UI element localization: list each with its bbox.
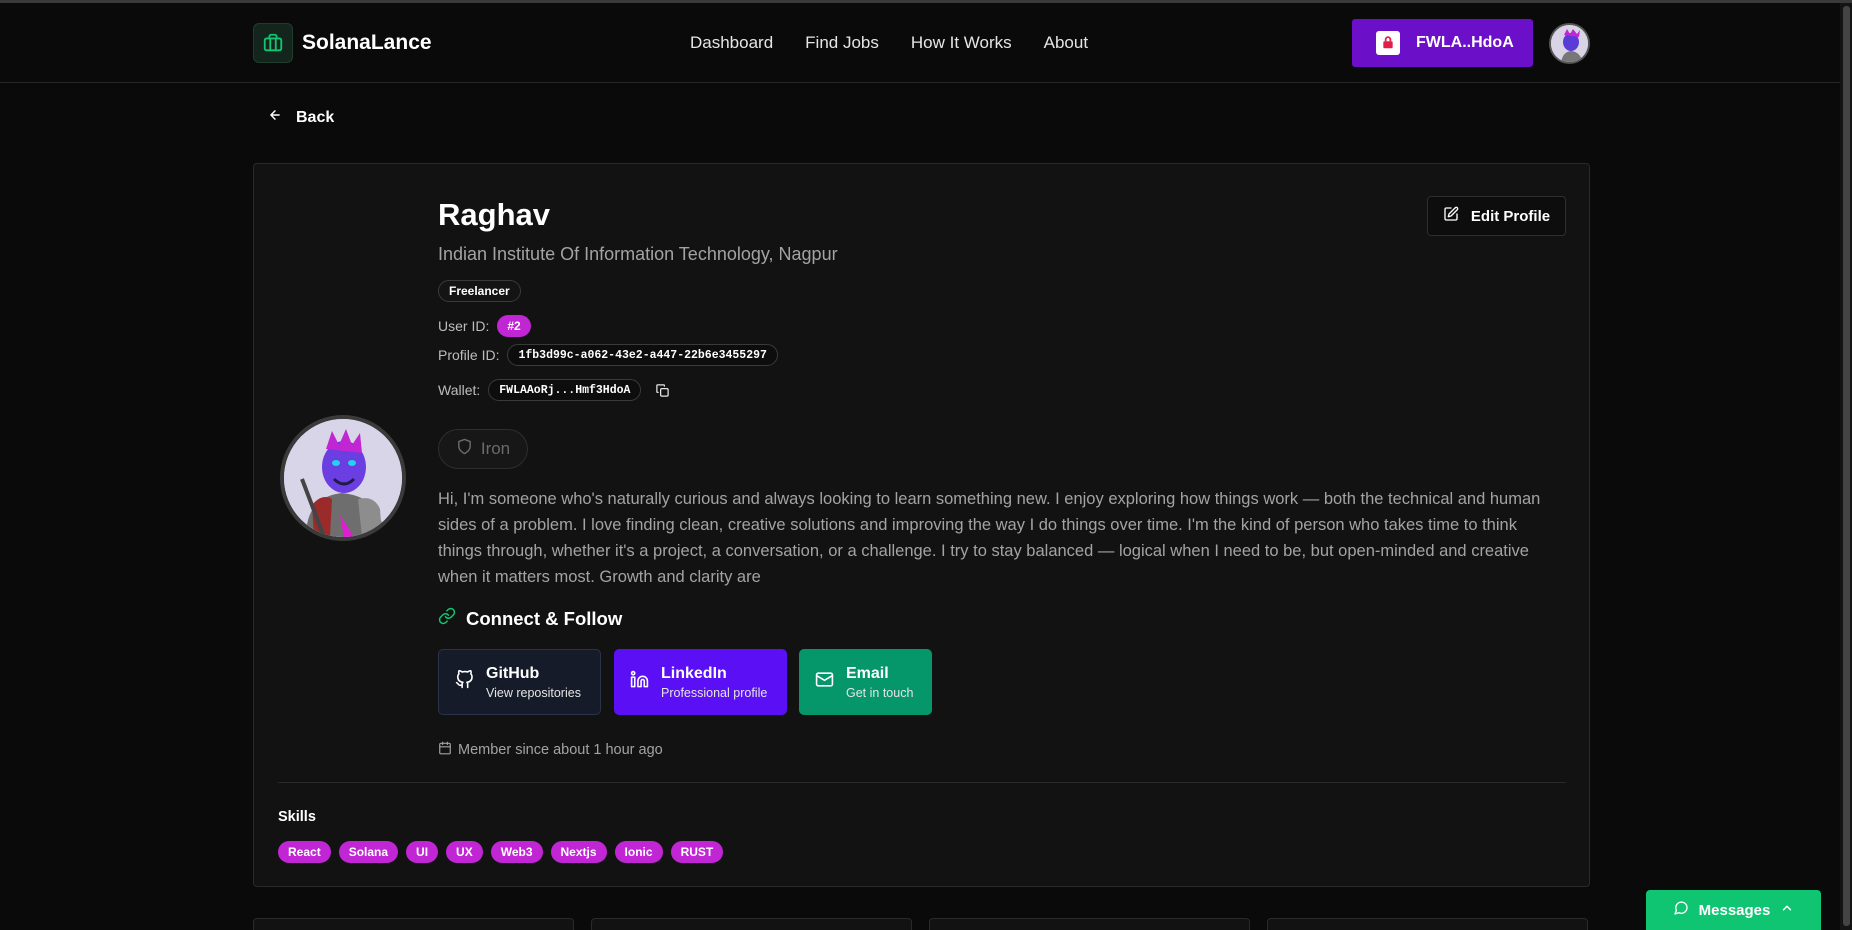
messages-label: Messages: [1698, 901, 1771, 919]
profile-bio: Hi, I'm someone who's naturally curious …: [438, 490, 1541, 586]
copy-icon[interactable]: [653, 381, 671, 399]
user-avatar[interactable]: [1549, 23, 1590, 64]
skills-heading: Skills: [278, 809, 316, 825]
arrow-left-icon: [268, 108, 282, 127]
wallet-icon: [1376, 31, 1400, 55]
skills-list: React Solana UI UX Web3 Nextjs Ionic RUS…: [278, 841, 724, 863]
nav-links: Dashboard Find Jobs How It Works About: [690, 33, 1088, 53]
github-subtitle: View repositories: [486, 685, 581, 700]
role-badge: Freelancer: [438, 280, 521, 302]
github-icon: [455, 669, 474, 694]
skill-tag: Nextjs: [550, 841, 607, 863]
skill-tag: Web3: [490, 841, 543, 863]
member-since-label: Member since about 1 hour ago: [458, 742, 663, 758]
rank-label: Iron: [480, 439, 511, 458]
linkedin-button[interactable]: LinkedIn Professional profile: [614, 649, 787, 715]
edit-icon: [1443, 206, 1459, 226]
back-button[interactable]: Back: [268, 108, 334, 127]
briefcase-icon: [253, 23, 293, 63]
wallet-row: Wallet: FWLAAoRj...Hmf3HdoA: [438, 379, 671, 401]
skill-tag: React: [278, 841, 331, 863]
skill-tag: UX: [446, 841, 483, 863]
link-icon: [438, 607, 456, 630]
chat-icon: [1673, 900, 1689, 920]
nav-link-how-it-works[interactable]: How It Works: [911, 33, 1012, 53]
mail-icon: [815, 670, 834, 694]
profile-id-row: Profile ID: 1fb3d99c-a062-43e2-a447-22b6…: [438, 344, 778, 366]
email-title: Email: [846, 664, 889, 682]
skill-tag: Solana: [338, 841, 399, 863]
member-since: Member since about 1 hour ago: [438, 741, 663, 759]
wallet-button[interactable]: FWLA..HdoA: [1352, 19, 1533, 67]
stat-card: [1267, 918, 1588, 930]
brand-name: SolanaLance: [302, 31, 432, 54]
calendar-icon: [438, 741, 452, 759]
stat-card: [253, 918, 574, 930]
connect-title: Connect & Follow: [466, 607, 623, 629]
chevron-up-icon: [1780, 901, 1794, 919]
profile-card: Raghav Indian Institute Of Information T…: [253, 163, 1590, 887]
user-id-badge: #2: [497, 315, 531, 337]
wallet-label: Wallet:: [438, 382, 481, 398]
user-id-label: User ID:: [438, 318, 490, 334]
wallet-address-label: FWLA..HdoA: [1416, 34, 1514, 51]
rank-badge: Iron: [438, 429, 528, 469]
linkedin-title: LinkedIn: [661, 664, 727, 682]
divider: [278, 782, 1566, 783]
stat-card: [929, 918, 1250, 930]
edit-profile-button[interactable]: Edit Profile: [1427, 196, 1566, 236]
nav-link-dashboard[interactable]: Dashboard: [690, 33, 773, 53]
wallet-value: FWLAAoRj...Hmf3HdoA: [488, 379, 642, 401]
email-button[interactable]: Email Get in touch: [799, 649, 932, 715]
shield-icon: [456, 438, 473, 460]
linkedin-subtitle: Professional profile: [661, 685, 768, 700]
brand-logo[interactable]: SolanaLance: [253, 23, 432, 63]
nav-link-about[interactable]: About: [1044, 33, 1088, 53]
messages-button[interactable]: Messages: [1646, 890, 1821, 930]
github-button[interactable]: GitHub View repositories: [438, 649, 601, 715]
profile-institute: Indian Institute Of Information Technolo…: [438, 244, 838, 264]
navbar: SolanaLance Dashboard Find Jobs How It W…: [0, 3, 1840, 83]
profile-name: Raghav: [438, 197, 550, 232]
back-label: Back: [296, 108, 335, 126]
profile-id-label: Profile ID:: [438, 347, 500, 363]
linkedin-icon: [630, 670, 649, 694]
edit-profile-label: Edit Profile: [1470, 207, 1551, 225]
email-subtitle: Get in touch: [846, 685, 914, 700]
connect-heading: Connect & Follow: [438, 607, 622, 630]
nav-link-find-jobs[interactable]: Find Jobs: [805, 33, 879, 53]
github-title: GitHub: [486, 664, 540, 682]
scrollbar-thumb[interactable]: [1843, 6, 1850, 926]
user-id-row: User ID: #2: [438, 315, 531, 337]
profile-avatar: [280, 415, 406, 541]
skill-tag: Ionic: [614, 841, 663, 863]
stat-card: [591, 918, 912, 930]
skill-tag: UI: [406, 841, 439, 863]
skill-tag: RUST: [670, 841, 724, 863]
profile-id-value: 1fb3d99c-a062-43e2-a447-22b6e3455297: [507, 344, 778, 366]
